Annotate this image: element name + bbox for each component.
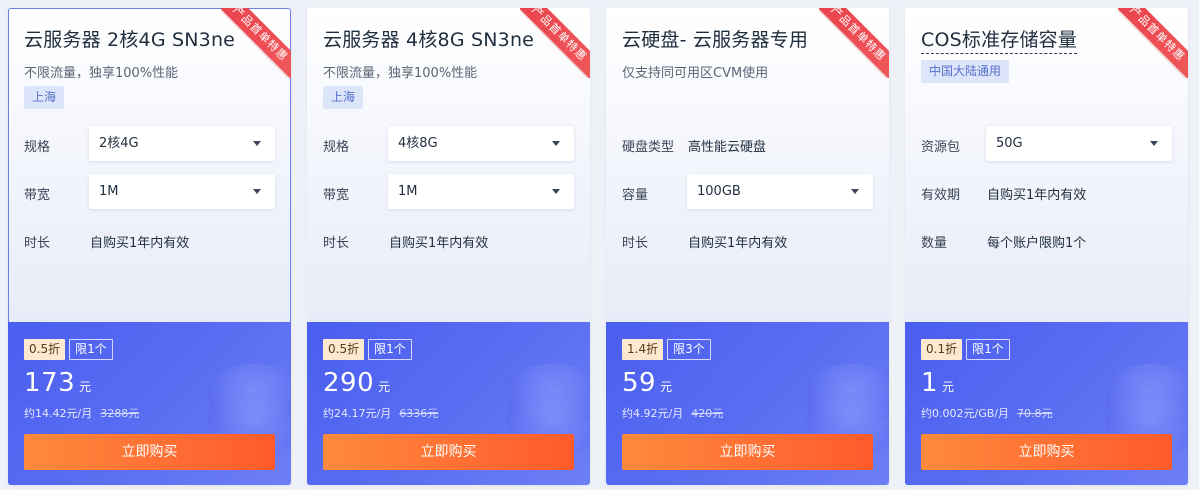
- price: 290 元: [323, 368, 390, 398]
- capacity-select-value: 100GB: [697, 184, 741, 199]
- price-unit: 元: [660, 380, 673, 394]
- spec-label: 规格: [24, 140, 51, 155]
- price-detail: 约0.002元/GB/月 70.8元: [921, 405, 1052, 421]
- limit-badge: 限1个: [966, 339, 1010, 360]
- promo-ribbon-label: 产品首单特惠: [1118, 8, 1188, 78]
- resource-pack-label: 资源包: [921, 140, 961, 155]
- original-price: 420元: [691, 407, 724, 420]
- product-card-cos[interactable]: 产品首单特惠 COS标准存储容量 中国大陆通用 资源包 50G 有效期 自购买1…: [905, 8, 1188, 485]
- promo-ribbon: 产品首单特惠: [1118, 8, 1188, 78]
- capacity-label: 容量: [622, 188, 649, 203]
- product-card-cbs[interactable]: 产品首单特惠 云硬盘- 云服务器专用 仅支持同可用区CVM使用 硬盘类型 高性能…: [606, 8, 889, 485]
- original-price: 3288元: [100, 407, 140, 420]
- chevron-down-icon: [552, 141, 560, 146]
- discount-badge: 0.5折: [323, 339, 365, 360]
- buy-now-button[interactable]: 立即购买: [622, 434, 873, 470]
- chevron-down-icon: [253, 141, 261, 146]
- validity-value: 自购买1年内有效: [987, 188, 1087, 203]
- price-unit: 元: [378, 380, 391, 394]
- spec-select-value: 2核4G: [99, 136, 139, 151]
- monthly-price: 约0.002元/GB/月: [921, 407, 1009, 420]
- spec-select[interactable]: 4核8G: [388, 126, 574, 161]
- disk-type-label: 硬盘类型: [622, 140, 675, 155]
- badge-group: 0.5折 限1个: [24, 339, 113, 360]
- region-tag: 上海: [24, 86, 65, 109]
- bandwidth-select-value: 1M: [99, 184, 119, 199]
- price-amount: 59: [622, 368, 657, 398]
- spec-select[interactable]: 2核4G: [89, 126, 275, 161]
- price-panel: 0.1折 限1个 1元 约0.002元/GB/月 70.8元 立即购买: [905, 322, 1188, 485]
- monthly-price: 约24.17元/月: [323, 407, 392, 420]
- price-amount: 290: [323, 368, 375, 398]
- price-amount: 173: [24, 368, 76, 398]
- price-unit: 元: [79, 380, 92, 394]
- card-title: 云服务器 4核8G SN3ne: [323, 29, 535, 51]
- limit-badge: 限1个: [69, 339, 113, 360]
- chevron-down-icon: [1150, 141, 1158, 146]
- price-detail: 约24.17元/月 6336元: [323, 405, 438, 421]
- price-unit: 元: [942, 380, 955, 394]
- discount-badge: 1.4折: [622, 339, 664, 360]
- discount-badge: 0.5折: [24, 339, 66, 360]
- price: 173 元: [24, 368, 91, 398]
- monthly-price: 约4.92元/月: [622, 407, 684, 420]
- spec-label: 规格: [323, 140, 350, 155]
- duration-label: 时长: [323, 236, 350, 251]
- bandwidth-label: 带宽: [323, 188, 350, 203]
- duration-value: 自购买1年内有效: [90, 236, 190, 251]
- card-subtitle: 仅支持同可用区CVM使用: [622, 66, 769, 81]
- price-detail: 约14.42元/月 3288元: [24, 405, 139, 421]
- quantity-label: 数量: [921, 236, 948, 251]
- price-panel: 1.4折 限3个 59 元 约4.92元/月 420元 立即购买: [606, 322, 889, 485]
- badge-group: 1.4折 限3个: [622, 339, 711, 360]
- duration-value: 自购买1年内有效: [688, 236, 788, 251]
- chevron-down-icon: [851, 189, 859, 194]
- price: 59 元: [622, 368, 672, 398]
- badge-group: 0.5折 限1个: [323, 339, 412, 360]
- card-title: 云服务器 2核4G SN3ne: [24, 29, 236, 51]
- price-amount: 1: [921, 368, 939, 398]
- limit-badge: 限3个: [667, 339, 711, 360]
- monthly-price: 约14.42元/月: [24, 407, 93, 420]
- price-detail: 约4.92元/月 420元: [622, 405, 723, 421]
- bandwidth-select-value: 1M: [398, 184, 418, 199]
- card-subtitle: 不限流量，独享100%性能: [323, 66, 478, 81]
- region-tag: 中国大陆通用: [921, 60, 1010, 83]
- bandwidth-select[interactable]: 1M: [388, 174, 574, 209]
- disk-type-value: 高性能云硬盘: [688, 140, 767, 155]
- product-card-row: 产品首单特惠 云服务器 2核4G SN3ne 不限流量，独享100%性能 上海 …: [8, 8, 1198, 485]
- promo-ribbon-label: 产品首单特惠: [819, 8, 889, 78]
- region-tag: 上海: [323, 86, 364, 109]
- card-subtitle: 不限流量，独享100%性能: [24, 66, 179, 81]
- price: 1元: [921, 368, 954, 398]
- duration-value: 自购买1年内有效: [389, 236, 489, 251]
- price-panel: 0.5折 限1个 290 元 约24.17元/月 6336元 立即购买: [307, 322, 590, 485]
- product-card-cvm-4c8g[interactable]: 产品首单特惠 云服务器 4核8G SN3ne 不限流量，独享100%性能 上海 …: [307, 8, 590, 485]
- badge-group: 0.1折 限1个: [921, 339, 1010, 360]
- quantity-value: 每个账户限购1个: [987, 236, 1087, 251]
- bandwidth-select[interactable]: 1M: [89, 174, 275, 209]
- buy-now-button[interactable]: 立即购买: [24, 434, 275, 470]
- promo-ribbon: 产品首单特惠: [819, 8, 889, 78]
- resource-pack-select-value: 50G: [996, 136, 1023, 151]
- duration-label: 时长: [24, 236, 51, 251]
- card-title[interactable]: COS标准存储容量: [921, 25, 1078, 54]
- chevron-down-icon: [552, 189, 560, 194]
- original-price: 6336元: [399, 407, 439, 420]
- spec-select-value: 4核8G: [398, 136, 438, 151]
- buy-now-button[interactable]: 立即购买: [323, 434, 574, 470]
- resource-pack-select[interactable]: 50G: [986, 126, 1172, 161]
- capacity-select[interactable]: 100GB: [687, 174, 873, 209]
- bandwidth-label: 带宽: [24, 188, 51, 203]
- duration-label: 时长: [622, 236, 649, 251]
- product-card-cvm-2c4g[interactable]: 产品首单特惠 云服务器 2核4G SN3ne 不限流量，独享100%性能 上海 …: [8, 8, 291, 485]
- validity-label: 有效期: [921, 188, 961, 203]
- original-price: 70.8元: [1016, 407, 1053, 420]
- buy-now-button[interactable]: 立即购买: [921, 434, 1172, 470]
- price-panel: 0.5折 限1个 173 元 约14.42元/月 3288元 立即购买: [8, 322, 291, 485]
- card-title: 云硬盘- 云服务器专用: [622, 29, 809, 51]
- chevron-down-icon: [253, 189, 261, 194]
- discount-badge: 0.1折: [921, 339, 963, 360]
- limit-badge: 限1个: [368, 339, 412, 360]
